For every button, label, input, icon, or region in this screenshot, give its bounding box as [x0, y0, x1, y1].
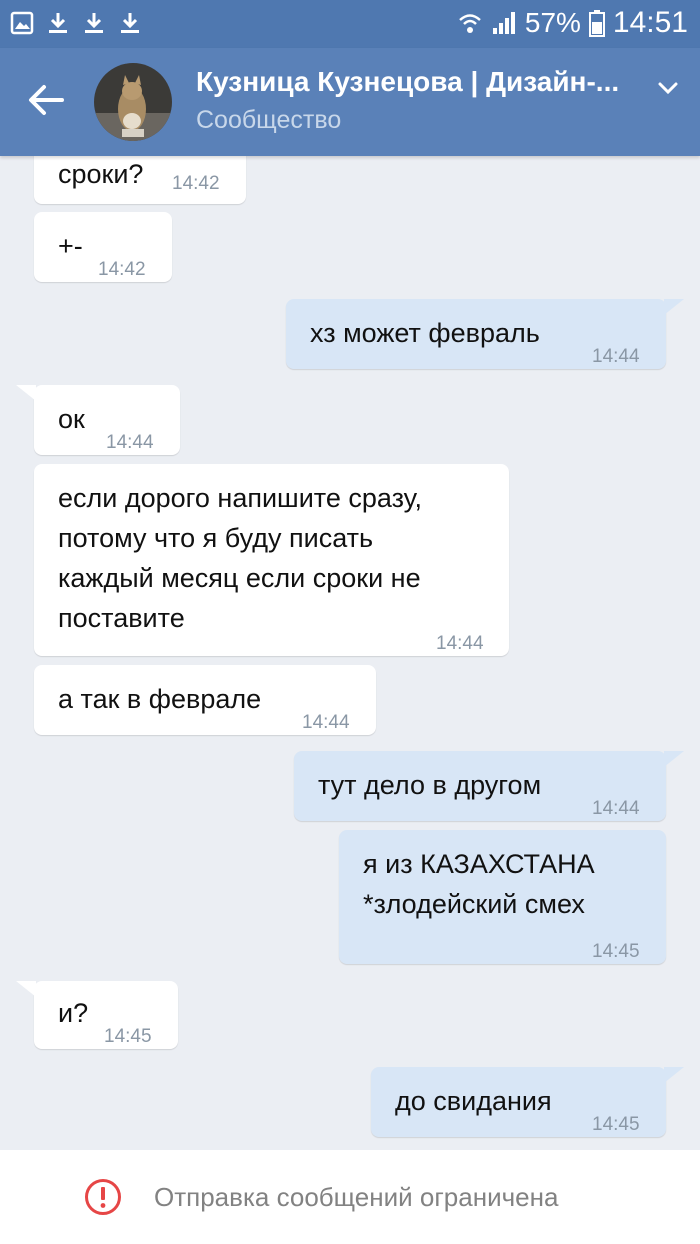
message-time: 14:45	[592, 941, 640, 962]
restriction-notice: Отправка сообщений ограничена	[154, 1182, 559, 1212]
message-text: тут дело в другом	[318, 770, 542, 800]
message-text: и?	[58, 998, 89, 1028]
message-bubble-outgoing[interactable]: хз может февраль 14:44	[286, 299, 666, 369]
download-icon	[85, 13, 103, 33]
message-text: я из КАЗАХСТАНА *злодейский смех	[363, 849, 595, 919]
message-time: 14:44	[592, 798, 640, 819]
message-time: 14:42	[172, 173, 220, 194]
message-text: хз может февраль	[310, 318, 540, 348]
message-bubble-outgoing[interactable]: до свидания 14:45	[371, 1067, 666, 1137]
bubble-tail	[664, 751, 684, 767]
message-text: если дорого напишите сразу, потому что я…	[58, 483, 422, 633]
message-bubble-outgoing[interactable]: тут дело в другом 14:44	[294, 751, 666, 821]
message-time: 14:44	[106, 432, 154, 453]
message-time: 14:45	[104, 1026, 152, 1047]
image-icon	[10, 11, 34, 35]
status-bar: 57% 14:51	[0, 0, 700, 48]
restriction-footer: Отправка сообщений ограничена	[0, 1150, 700, 1244]
message-text: до свидания	[395, 1086, 552, 1116]
bubble-tail	[16, 385, 36, 401]
bubble-tail	[664, 1067, 684, 1083]
avatar[interactable]	[94, 63, 172, 141]
message-bubble-incoming[interactable]: и? 14:45	[34, 981, 178, 1049]
signal-icon	[492, 12, 515, 34]
message-bubble-incoming[interactable]: ок 14:44	[34, 385, 180, 455]
bubble-tail	[664, 299, 684, 315]
chat-title[interactable]: Кузница Кузнецова | Дизайн-...	[196, 66, 646, 98]
message-bubble-incoming[interactable]: а так в феврале 14:44	[34, 665, 376, 735]
message-text: сроки?	[58, 159, 144, 189]
message-bubble-incoming[interactable]: сроки? 14:42	[34, 156, 246, 204]
message-bubble-incoming[interactable]: если дорого напишите сразу, потому что я…	[34, 464, 509, 656]
message-time: 14:44	[436, 633, 484, 654]
message-list[interactable]: сроки? 14:42 +- 14:42 хз может февраль 1…	[0, 156, 700, 1150]
message-time: 14:44	[302, 712, 350, 733]
battery-icon	[588, 10, 605, 37]
download-icon	[49, 13, 67, 33]
download-icon	[121, 13, 139, 33]
message-text: ок	[58, 404, 85, 434]
chevron-down-icon[interactable]	[656, 78, 680, 98]
wifi-icon	[459, 14, 481, 33]
chat-header: Кузница Кузнецова | Дизайн-... Сообществ…	[0, 48, 700, 156]
message-bubble-incoming[interactable]: +- 14:42	[34, 212, 172, 282]
clock: 14:51	[612, 6, 688, 39]
warning-icon	[85, 1179, 121, 1215]
bubble-tail	[16, 981, 36, 997]
battery-percent: 57%	[524, 7, 581, 38]
message-time: 14:44	[592, 346, 640, 367]
chat-subtitle: Сообщество	[196, 106, 342, 134]
message-time: 14:45	[592, 1114, 640, 1135]
cat-avatar-image	[94, 63, 172, 141]
message-text: а так в феврале	[58, 684, 262, 714]
message-time: 14:42	[98, 259, 146, 280]
message-text: +-	[58, 231, 83, 261]
message-bubble-outgoing[interactable]: я из КАЗАХСТАНА *злодейский смех 14:45	[339, 830, 666, 964]
back-arrow-icon[interactable]	[24, 78, 68, 122]
